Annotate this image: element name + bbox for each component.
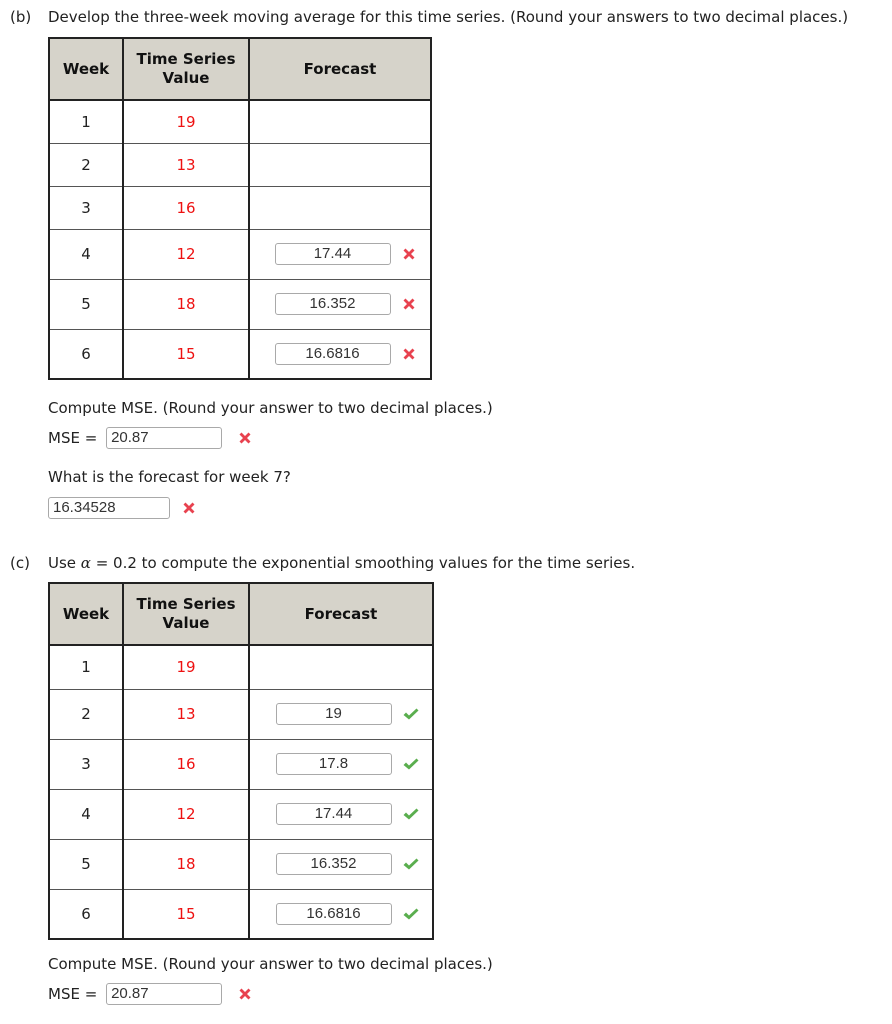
week-cell: 6	[48, 329, 124, 380]
time-series-value-cell: 13	[122, 689, 250, 740]
part-b-mse-prompt: Compute MSE. (Round your answer to two d…	[48, 399, 493, 417]
week7-forecast-input[interactable]: 16.34528	[48, 497, 170, 519]
forecast-input[interactable]: 19	[275, 703, 392, 725]
header-time-series-line2: Value	[162, 69, 210, 87]
time-series-value-cell: 12	[122, 229, 250, 280]
week-cell: 3	[48, 186, 124, 230]
time-series-value-cell: 19	[122, 100, 250, 144]
week-cell: 4	[48, 789, 124, 840]
week-cell: 6	[48, 889, 124, 940]
part-b-label: (b)	[10, 8, 32, 26]
forecast-input[interactable]: 17.44	[274, 243, 391, 265]
part-c-mse-row: MSE = 20.87	[48, 983, 253, 1005]
part-c-mse-prompt: Compute MSE. (Round your answer to two d…	[48, 955, 493, 973]
time-series-value-cell: 18	[122, 839, 250, 890]
week-cell: 2	[48, 143, 124, 187]
time-series-value-cell: 15	[122, 889, 250, 940]
week-cell: 5	[48, 279, 124, 330]
time-series-value-cell: 16	[122, 739, 250, 790]
week-cell: 2	[48, 689, 124, 740]
x-mark-icon	[401, 296, 417, 312]
forecast-input[interactable]: 16.6816	[274, 342, 391, 365]
part-b-prompt: Develop the three-week moving average fo…	[48, 8, 849, 26]
moving-average-table: Week Time Series Value Forecast 1 19 2 13 3 1…	[48, 37, 432, 380]
check-mark-icon	[402, 706, 418, 722]
header-time-series-value: Time Series Value	[122, 37, 250, 101]
time-series-value-cell: 19	[122, 645, 250, 690]
part-c-prompt-after: = 0.2 to compute the exponential smoothi…	[90, 554, 636, 572]
table-row: 6 15 16.6816	[48, 329, 432, 380]
week7-prompt: What is the forecast for week 7?	[48, 468, 291, 486]
forecast-cell: 16.352	[248, 279, 432, 330]
table-row: 4 12 17.44	[48, 229, 432, 280]
mse-label: MSE =	[48, 985, 98, 1003]
x-mark-icon	[237, 986, 253, 1002]
x-mark-icon	[181, 500, 197, 516]
forecast-cell	[248, 100, 432, 144]
time-series-value-cell: 12	[122, 789, 250, 840]
forecast-cell: 19	[248, 689, 434, 740]
header-week: Week	[48, 582, 124, 646]
x-mark-icon	[237, 430, 253, 446]
time-series-value-cell: 18	[122, 279, 250, 330]
week-cell: 1	[48, 100, 124, 144]
x-mark-icon	[401, 246, 417, 262]
header-week: Week	[48, 37, 124, 101]
forecast-input[interactable]: 16.6816	[275, 902, 392, 925]
table-row: 1 19	[48, 645, 434, 690]
forecast-cell	[248, 645, 434, 690]
check-mark-icon	[402, 856, 418, 872]
forecast-input[interactable]: 16.352	[275, 853, 392, 875]
part-c-mse-input[interactable]: 20.87	[106, 983, 223, 1005]
week-cell: 1	[48, 645, 124, 690]
forecast-cell: 17.8	[248, 739, 434, 790]
forecast-cell: 16.6816	[248, 329, 432, 380]
table-row: 5 18 16.352	[48, 839, 434, 890]
table-row: 2 13 19	[48, 689, 434, 740]
header-time-series-line1: Time Series	[136, 50, 236, 68]
header-forecast: Forecast	[248, 582, 434, 646]
check-mark-icon	[402, 756, 418, 772]
forecast-cell	[248, 186, 432, 230]
forecast-input[interactable]: 17.8	[275, 753, 392, 775]
table-row: 5 18 16.352	[48, 279, 432, 330]
time-series-value-cell: 15	[122, 329, 250, 380]
forecast-input[interactable]: 17.44	[275, 803, 392, 825]
check-mark-icon	[402, 806, 418, 822]
table-row: 3 16	[48, 186, 432, 230]
time-series-value-cell: 16	[122, 186, 250, 230]
mse-label: MSE =	[48, 429, 98, 447]
forecast-cell: 16.6816	[248, 889, 434, 940]
table-row: 3 16 17.8	[48, 739, 434, 790]
exponential-smoothing-table: Week Time Series Value Forecast 1 19 2 13 19…	[48, 582, 434, 940]
forecast-cell	[248, 143, 432, 187]
part-c-prompt-before: Use	[48, 554, 81, 572]
table-row: 6 15 16.6816	[48, 889, 434, 940]
table-row: 4 12 17.44	[48, 789, 434, 840]
time-series-value-cell: 13	[122, 143, 250, 187]
week-cell: 4	[48, 229, 124, 280]
forecast-cell: 17.44	[248, 229, 432, 280]
header-forecast: Forecast	[248, 37, 432, 101]
x-mark-icon	[401, 346, 417, 362]
check-mark-icon	[402, 906, 418, 922]
alpha-symbol: α	[80, 554, 91, 572]
table-row: 1 19	[48, 100, 432, 144]
forecast-cell: 16.352	[248, 839, 434, 890]
part-b-mse-row: MSE = 20.87	[48, 427, 253, 449]
week-cell: 5	[48, 839, 124, 890]
header-time-series-line1: Time Series	[136, 595, 236, 613]
week7-row: 16.34528	[48, 497, 197, 519]
part-c-label: (c)	[10, 554, 30, 572]
table-row: 2 13	[48, 143, 432, 187]
forecast-input[interactable]: 16.352	[274, 293, 391, 315]
week-cell: 3	[48, 739, 124, 790]
header-time-series-line2: Value	[162, 614, 210, 632]
forecast-cell: 17.44	[248, 789, 434, 840]
header-time-series-value: Time Series Value	[122, 582, 250, 646]
part-c-prompt: Use α = 0.2 to compute the exponential s…	[48, 554, 635, 572]
part-b-mse-input[interactable]: 20.87	[106, 427, 223, 449]
